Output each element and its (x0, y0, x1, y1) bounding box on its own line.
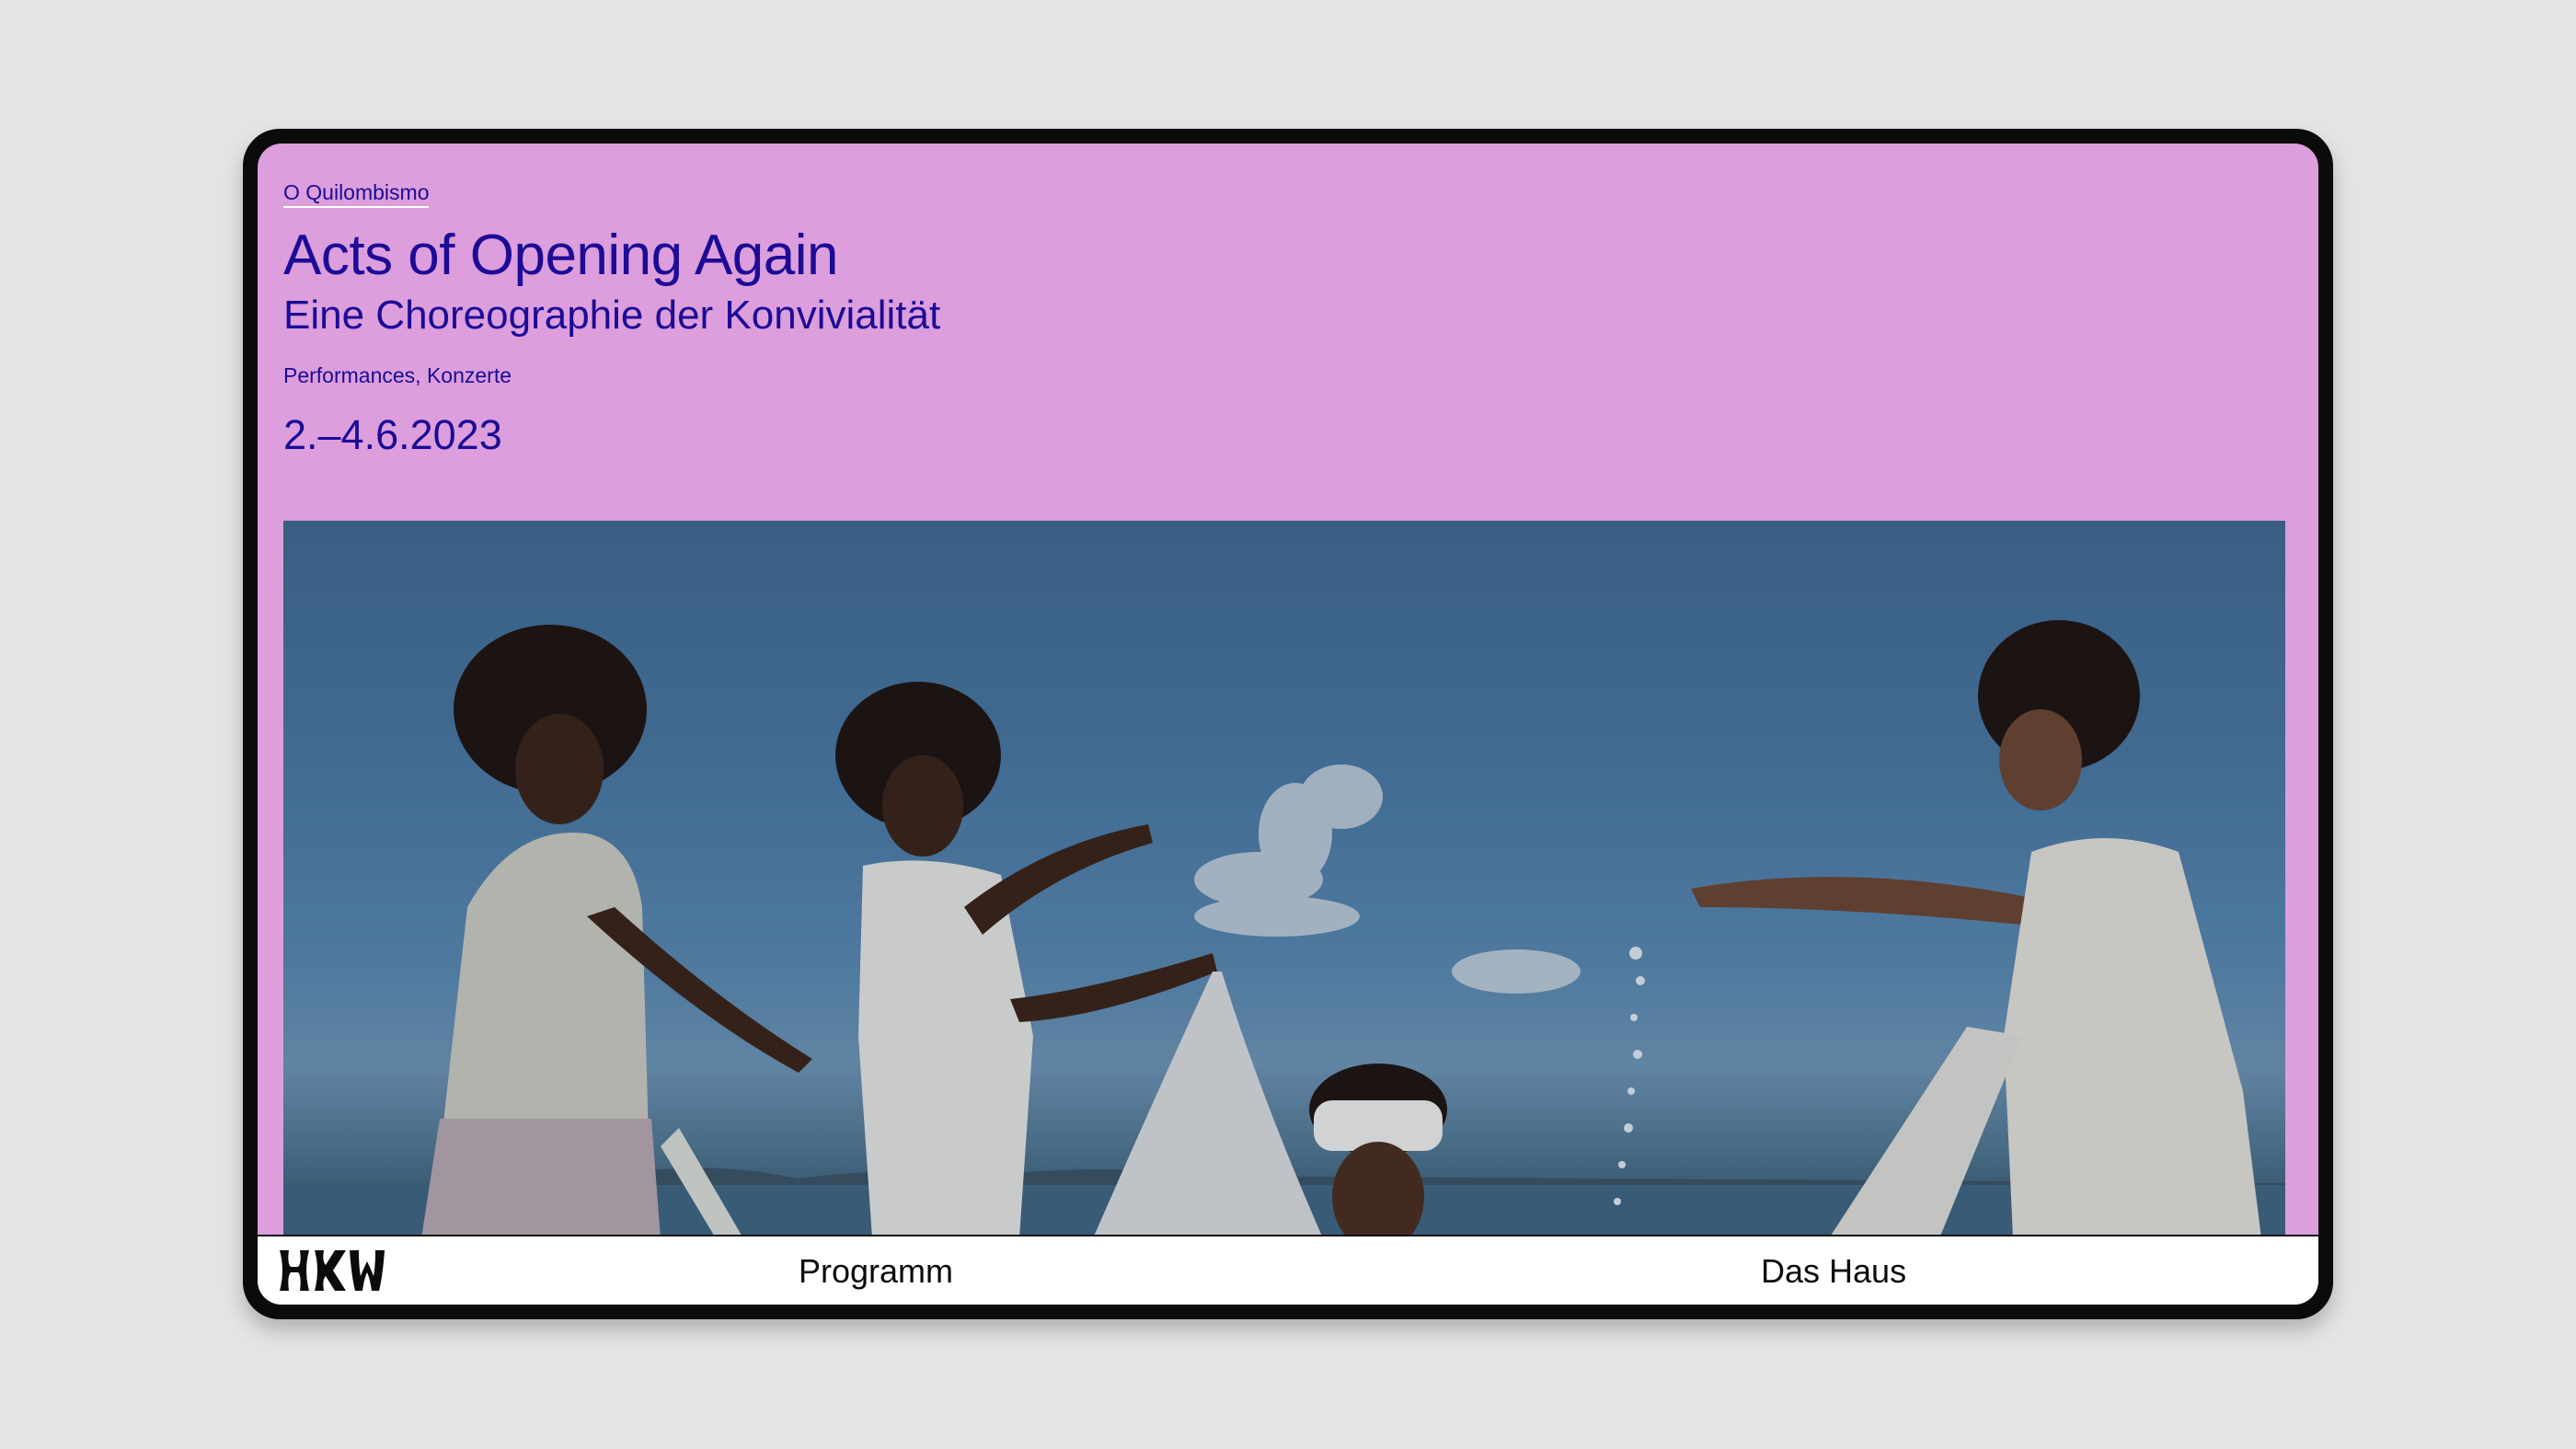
beach-performance-photo (283, 521, 2285, 1238)
hkw-logo[interactable] (278, 1248, 386, 1293)
browser-viewport: O Quilombismo Acts of Opening Again Eine… (258, 144, 2318, 1305)
nav-das-haus-link[interactable]: Das Haus (1761, 1253, 1906, 1290)
hero-image (283, 521, 2285, 1238)
event-category: Performances, Konzerte (283, 363, 512, 387)
hkw-logo-icon (280, 1250, 385, 1291)
event-subtitle: Eine Choreographie der Konvivialität (283, 293, 941, 338)
nav-programm-link[interactable]: Programm (799, 1253, 953, 1290)
bottom-navigation: Programm Das Haus (258, 1235, 2318, 1305)
event-dates: 2.–4.6.2023 (283, 411, 502, 458)
event-title: Acts of Opening Again (283, 224, 839, 287)
device-frame: O Quilombismo Acts of Opening Again Eine… (243, 129, 2333, 1319)
breadcrumb-link[interactable]: O Quilombismo (283, 179, 430, 208)
